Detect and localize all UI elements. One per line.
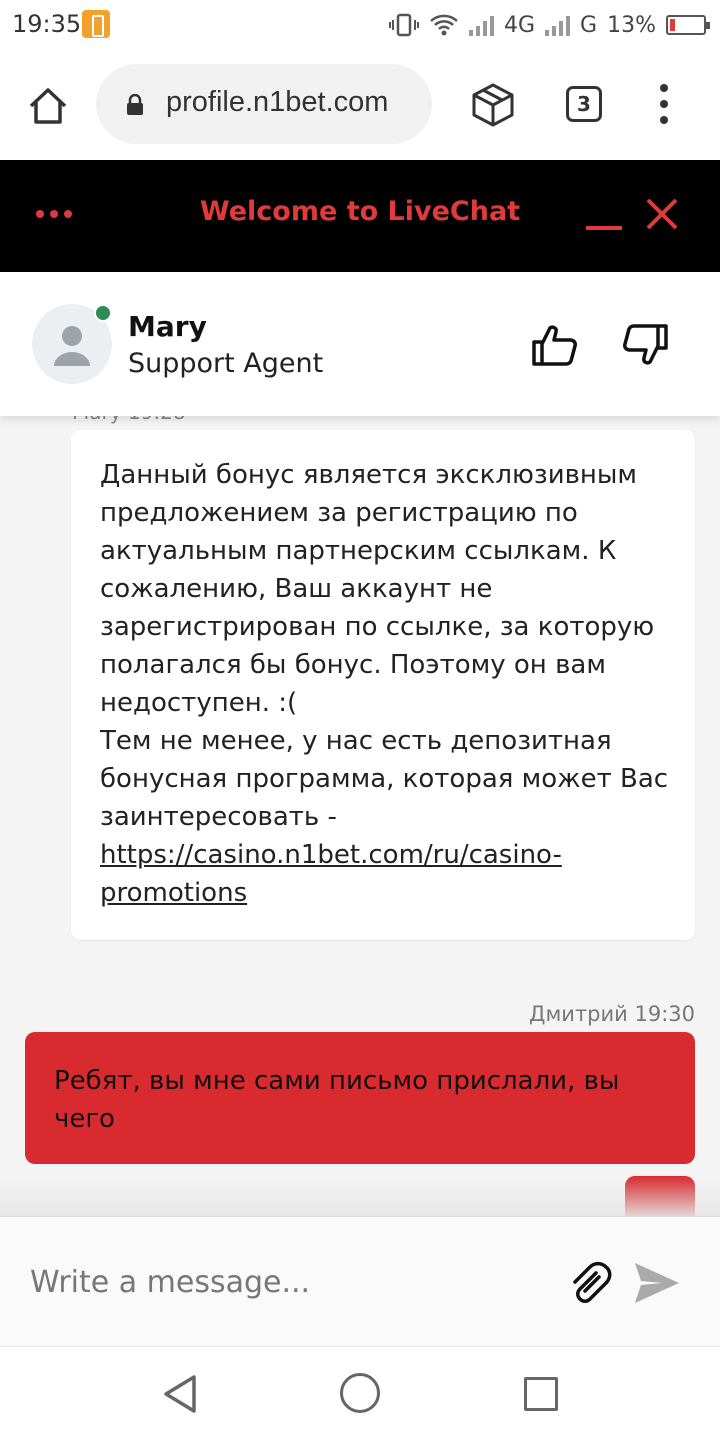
agent-message-text: Данный бонус является эксклюзивным предл… [100,456,680,912]
home-icon[interactable] [26,84,70,128]
home-nav-icon[interactable] [340,1373,380,1413]
status-time: 19:35 [12,10,82,38]
signal-1-icon [468,14,494,36]
network-type-2: G [580,12,598,38]
attachment-icon[interactable] [566,1259,614,1307]
close-icon[interactable] [644,196,680,232]
recent-apps-icon[interactable] [524,1377,558,1411]
cube-icon[interactable] [470,82,516,128]
back-icon[interactable] [160,1373,200,1415]
more-options-icon[interactable] [654,84,674,128]
lock-icon [127,94,143,115]
user-message-text: Ребят, вы мне сами письмо прислали, вы ч… [54,1066,620,1134]
battery-saver-icon [82,10,110,38]
signal-2-icon [545,14,571,36]
network-type-1: 4G [503,12,536,38]
message-list[interactable]: Mary 19:28 Данный бонус является эксклюз… [0,416,720,1216]
agent-role: Support Agent [128,348,324,379]
status-indicators: 4G G 13% [388,10,710,40]
send-icon[interactable] [632,1259,682,1307]
message-input[interactable] [30,1257,530,1307]
browser-toolbar: profile.n1bet.com 3 [0,50,720,160]
url-text: profile.n1bet.com [166,86,389,118]
thumbs-up-icon[interactable] [530,322,578,368]
minimize-icon[interactable] [584,194,624,238]
user-message-bubble: Ребят, вы мне сами письмо прислали, вы ч… [25,1032,695,1164]
agent-message-bubble: Данный бонус является эксклюзивным предл… [71,430,695,940]
livechat-header: Welcome to LiveChat [0,160,720,272]
message-meta-agent: Mary 19:28 [72,416,186,424]
scroll-fade [0,1176,720,1216]
battery-icon [666,15,710,35]
vibrate-icon [388,13,419,37]
thumbs-down-icon[interactable] [622,322,670,368]
status-bar: 19:35 4G G 13% [0,0,720,50]
online-status-icon [94,304,112,322]
agent-name: Mary [128,310,207,343]
message-meta-user: Дмитрий 19:30 [529,1002,695,1026]
agent-message-body: Данный бонус является эксклюзивным предл… [100,460,669,832]
battery-percent: 13% [607,12,656,38]
wifi-icon [430,14,458,36]
agent-header: Mary Support Agent [0,272,720,416]
url-bar[interactable]: profile.n1bet.com [96,64,432,144]
promotions-link[interactable]: https://casino.n1bet.com/ru/casino-promo… [100,840,562,908]
tabs-count-button[interactable]: 3 [566,86,602,122]
system-nav-bar [0,1346,720,1440]
message-composer [0,1216,720,1346]
